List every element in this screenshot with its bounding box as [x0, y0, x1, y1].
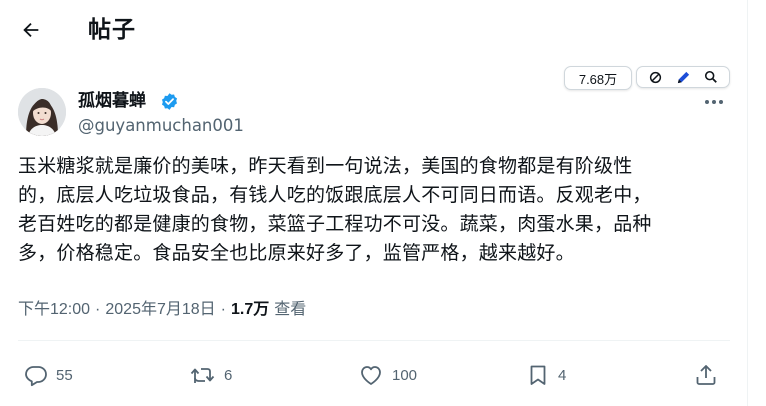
- tweet-text-line: 老百姓吃的都是健康的食物，菜篮子工程功不可没。蔬菜，肉蛋水果，品种: [18, 214, 652, 235]
- tweet-meta: 下午12:00 · 2025年7月18日 · 1.7万 查看: [18, 298, 306, 322]
- views-badge[interactable]: 7.68万: [564, 66, 632, 90]
- retweet-button[interactable]: 6: [190, 360, 232, 390]
- reply-icon: [25, 366, 47, 387]
- block-icon[interactable]: [646, 68, 664, 86]
- page-title: 帖子: [88, 16, 136, 42]
- page-header: 帖子: [0, 0, 748, 60]
- heart-icon: [361, 366, 381, 385]
- arrow-left-icon: [23, 22, 39, 38]
- meta-separator: ·: [220, 301, 226, 318]
- tweet-text-line: 的，底层人吃垃圾食品，有钱人吃的饭跟底层人不可同日而语。反观老中，: [18, 185, 652, 206]
- back-button[interactable]: [14, 13, 48, 47]
- more-horizontal-icon: [705, 100, 723, 104]
- share-icon: [696, 365, 716, 385]
- verified-badge-icon: [161, 93, 178, 110]
- share-button[interactable]: [694, 360, 718, 390]
- retweet-icon: [190, 368, 215, 383]
- meta-separator: ·: [95, 301, 101, 318]
- reply-button[interactable]: 55: [24, 360, 73, 390]
- tweet-text-line: 玉米糖浆就是廉价的美味，昨天看到一句说法，美国的食物都是有阶级性: [18, 156, 633, 177]
- divider: [18, 340, 730, 341]
- extension-toolbar: [636, 66, 730, 88]
- avatar[interactable]: [18, 88, 66, 136]
- pencil-icon[interactable]: [674, 68, 692, 86]
- author-handle[interactable]: @guyanmuchan001: [78, 115, 244, 137]
- view-count: 1.7万: [231, 301, 270, 318]
- retweet-count: 6: [224, 366, 233, 384]
- view-count-label: 查看: [274, 301, 307, 318]
- author-name[interactable]: 孤烟暮蝉: [78, 90, 146, 112]
- bookmark-count: 4: [558, 366, 567, 384]
- tweet-time[interactable]: 下午12:00: [18, 298, 90, 322]
- column-border: [747, 0, 748, 406]
- bookmark-button[interactable]: 4: [526, 360, 566, 390]
- tweet-text-line: 多，价格稳定。食品安全也比原来好多了，监管严格，越来越好。: [18, 243, 575, 264]
- more-options-button[interactable]: [700, 92, 728, 112]
- reply-count: 55: [56, 366, 73, 384]
- tweet-text: 玉米糖浆就是廉价的美味，昨天看到一句说法，美国的食物都是有阶级性 的，底层人吃垃…: [18, 152, 730, 268]
- like-button[interactable]: 100: [358, 360, 417, 390]
- search-icon[interactable]: [702, 68, 720, 86]
- bookmark-icon: [530, 365, 546, 385]
- tweet-date[interactable]: 2025年7月18日: [105, 298, 215, 322]
- like-count: 100: [392, 366, 418, 384]
